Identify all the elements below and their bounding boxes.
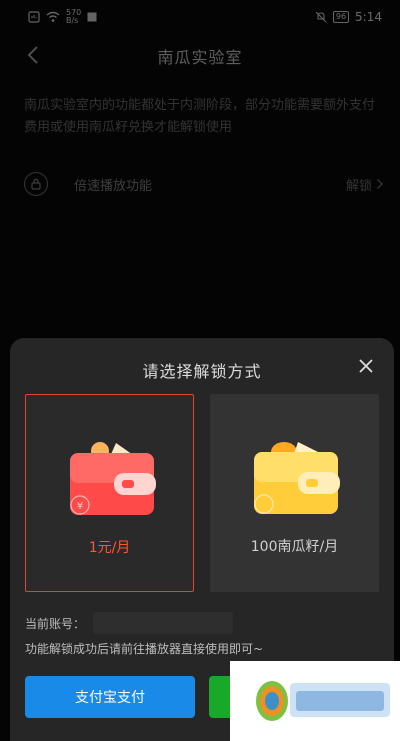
option-rmb-monthly[interactable]: ¥ 1元/月: [25, 394, 194, 592]
network-speed-unit: B/s: [66, 16, 79, 25]
account-row: 当前账号：: [25, 612, 234, 634]
svg-text:¥: ¥: [77, 501, 83, 512]
nav-bar: 南瓜实验室: [0, 34, 400, 78]
unlock-hint: 功能解锁成功后请前往播放器直接使用即可~: [25, 642, 264, 656]
option-rmb-label: 1元/月: [88, 540, 131, 556]
battery-level: 96: [332, 11, 350, 23]
wechat-pay-button[interactable]: [209, 676, 231, 718]
watermark-overlay: [230, 661, 400, 741]
wifi-icon: [46, 11, 60, 22]
sheet-title: 请选择解锁方式: [142, 362, 262, 381]
network-speed: 570 B/s: [66, 9, 81, 25]
status-bar: 570 B/s 96 5:14: [0, 0, 400, 34]
unlock-label: 解锁: [345, 178, 372, 194]
back-icon[interactable]: [24, 42, 44, 68]
option-seeds-monthly[interactable]: 100南瓜籽/月: [210, 394, 379, 592]
notification-icon: [87, 12, 97, 22]
unlock-link[interactable]: 解锁: [346, 175, 384, 194]
option-seeds-label: 100南瓜籽/月: [250, 539, 339, 555]
mute-icon: [315, 11, 327, 23]
page-title: 南瓜实验室: [157, 48, 243, 67]
close-icon[interactable]: [356, 356, 376, 376]
account-label: 当前账号：: [25, 616, 86, 631]
feature-row-speed[interactable]: 倍速播放功能 解锁: [24, 166, 384, 202]
yellow-wallet-icon: [254, 442, 340, 514]
sim-icon: [28, 11, 40, 23]
lock-icon: [24, 172, 48, 196]
chevron-right-icon: [377, 179, 383, 189]
feature-label: 倍速播放功能: [74, 178, 153, 194]
lab-notice: 南瓜实验室内的功能都处于内测阶段，部分功能需要额外支付费用或使用南瓜籽兑换才能解…: [24, 98, 376, 135]
alipay-button[interactable]: 支付宝支付: [25, 676, 195, 718]
red-wallet-icon: ¥: [70, 442, 156, 515]
clock: 5:14: [355, 10, 382, 24]
account-value-masked: [93, 612, 234, 634]
status-left: 570 B/s: [28, 9, 97, 25]
status-right: 96 5:14: [315, 10, 382, 24]
